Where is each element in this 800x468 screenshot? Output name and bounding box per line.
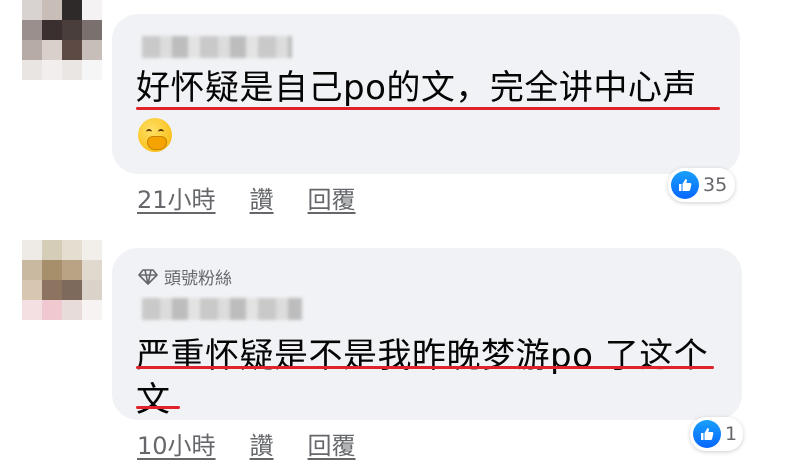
comment-bubble: 好怀疑是自己po的文，完全讲中心声 — [112, 14, 740, 174]
badge-label: 頭號粉絲 — [164, 269, 232, 289]
thumbs-up-icon — [693, 420, 721, 448]
diamond-icon — [138, 268, 158, 285]
red-underline-annotation — [136, 406, 180, 409]
like-button[interactable]: 讚 — [250, 426, 274, 461]
comment-text: 严重怀疑是不是我昨晚梦游po 了这个文 — [136, 336, 709, 420]
thumbs-up-icon — [671, 171, 699, 199]
reaction-count: 1 — [725, 423, 738, 445]
commenter-name-blurred[interactable] — [142, 36, 292, 58]
reply-button[interactable]: 回覆 — [308, 426, 356, 461]
reaction-count-badge[interactable]: 1 — [690, 417, 744, 451]
red-underline-annotation — [136, 107, 720, 110]
top-fan-badge: 頭號粉絲 — [138, 264, 232, 289]
comment-text: 好怀疑是自己po的文，完全讲中心声 — [136, 68, 697, 108]
timestamp-link[interactable]: 10小時 — [137, 426, 216, 461]
face-with-hand-over-mouth-icon — [138, 118, 172, 152]
comment-actions: 21小時 讚 回覆 — [137, 180, 356, 215]
comment-bubble: 頭號粉絲 严重怀疑是不是我昨晚梦游po 了这个文 — [112, 248, 742, 420]
commenter-name-blurred[interactable] — [142, 298, 302, 320]
reaction-count-badge[interactable]: 35 — [668, 168, 736, 202]
like-button[interactable]: 讚 — [250, 180, 274, 215]
reaction-count: 35 — [703, 174, 728, 196]
reply-button[interactable]: 回覆 — [308, 180, 356, 215]
avatar[interactable] — [22, 240, 102, 320]
red-underline-annotation — [136, 366, 714, 369]
timestamp-link[interactable]: 21小時 — [137, 180, 216, 215]
avatar[interactable] — [22, 0, 102, 80]
comment-actions: 10小時 讚 回覆 — [137, 426, 356, 461]
